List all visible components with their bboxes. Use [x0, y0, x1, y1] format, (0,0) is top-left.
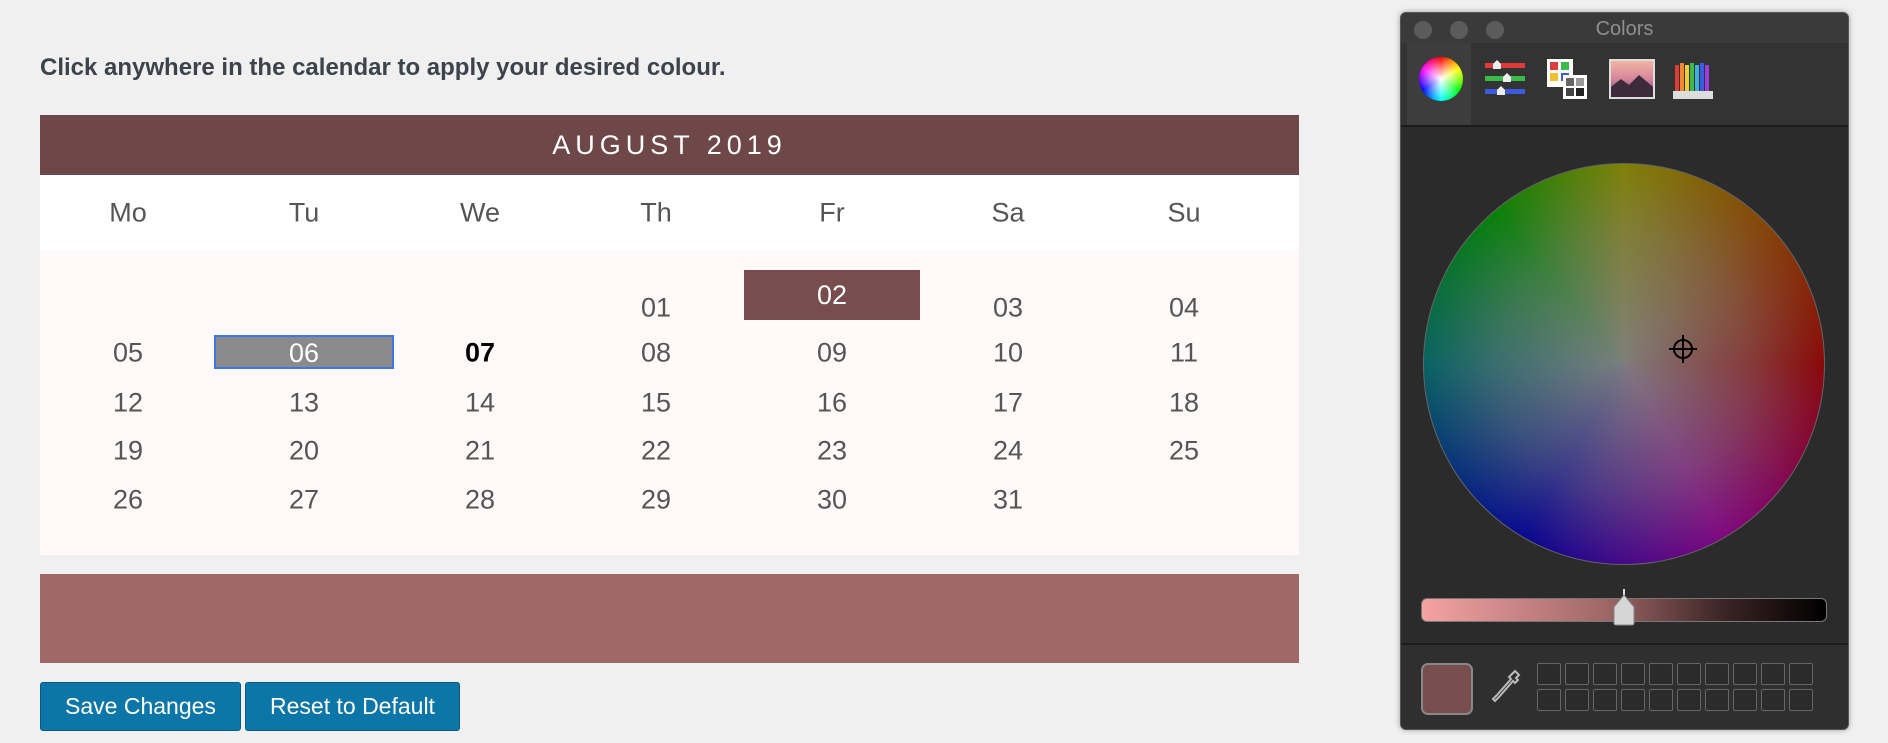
empty-color-swatch[interactable]: [1677, 663, 1701, 685]
weekday-label: Su: [1167, 197, 1201, 228]
color-wheel-icon[interactable]: [1419, 57, 1463, 101]
empty-color-swatch[interactable]: [1537, 689, 1561, 711]
colors-panel[interactable]: Colors: [1400, 12, 1849, 730]
calendar-day[interactable]: 15: [568, 388, 744, 419]
color-wheel-crosshair-icon[interactable]: [1668, 334, 1698, 369]
empty-color-swatch[interactable]: [1649, 689, 1673, 711]
empty-color-swatch[interactable]: [1621, 663, 1645, 685]
empty-color-swatch[interactable]: [1565, 689, 1589, 711]
calendar-day[interactable]: 16: [744, 388, 920, 419]
empty-color-swatch[interactable]: [1705, 689, 1729, 711]
pencils-icon[interactable]: [1671, 57, 1715, 101]
calendar-day[interactable]: 19: [40, 436, 216, 467]
calendar-day[interactable]: 14: [392, 388, 568, 419]
color-wheel-area[interactable]: [1401, 129, 1848, 641]
calendar-day[interactable]: 05: [40, 338, 216, 369]
calendar-day-today[interactable]: 07: [392, 338, 568, 369]
weekday-label: We: [459, 197, 500, 228]
calendar-month-title: AUGUST 2019: [40, 115, 1299, 175]
calendar-day[interactable]: 20: [216, 436, 392, 467]
calendar-day[interactable]: 18: [1096, 388, 1272, 419]
empty-color-swatch[interactable]: [1593, 663, 1617, 685]
calendar-day[interactable]: 13: [216, 388, 392, 419]
colors-panel-title: Colors: [1595, 18, 1654, 40]
empty-color-swatch[interactable]: [1705, 663, 1729, 685]
color-sliders-icon[interactable]: [1483, 57, 1527, 101]
empty-color-swatch[interactable]: [1789, 663, 1813, 685]
calendar-day[interactable]: 09: [744, 338, 920, 369]
color-palettes-icon[interactable]: [1545, 57, 1589, 101]
weekday-label: Fr: [819, 197, 845, 228]
empty-color-swatch[interactable]: [1761, 689, 1785, 711]
calendar-day[interactable]: 17: [920, 388, 1096, 419]
calendar-days-grid[interactable]: 01 02 03 04 05 06 07 08 09 10 11 12 13 14 15 16 17 18 19 20…: [40, 250, 1299, 555]
empty-color-swatch[interactable]: [1565, 663, 1589, 685]
save-changes-button[interactable]: Save Changes: [40, 682, 241, 731]
calendar-weekday-row: Mo Tu We Th Fr Sa Su: [40, 175, 1299, 250]
calendar-day[interactable]: 12: [40, 388, 216, 419]
calendar-day-selected[interactable]: 02: [744, 270, 920, 320]
eyedropper-icon[interactable]: [1489, 667, 1523, 716]
calendar-day[interactable]: 29: [568, 485, 744, 516]
calendar-day[interactable]: 21: [392, 436, 568, 467]
calendar-day[interactable]: 10: [920, 338, 1096, 369]
calendar[interactable]: AUGUST 2019 Mo Tu We Th Fr Sa Su 01 02 03 04 05 06 0…: [40, 115, 1299, 555]
calendar-day[interactable]: 27: [216, 485, 392, 516]
empty-color-swatch[interactable]: [1537, 663, 1561, 685]
calendar-day[interactable]: 01: [568, 293, 744, 324]
calendar-day[interactable]: 28: [392, 485, 568, 516]
color-preview-bar: [40, 574, 1299, 663]
weekday-label: Sa: [991, 197, 1025, 228]
custom-swatches-grid[interactable]: [1537, 663, 1813, 711]
calendar-day[interactable]: 23: [744, 436, 920, 467]
calendar-day[interactable]: 24: [920, 436, 1096, 467]
calendar-day[interactable]: 04: [1096, 293, 1272, 324]
color-wheel[interactable]: [1423, 163, 1825, 565]
calendar-day[interactable]: 03: [920, 293, 1096, 324]
empty-color-swatch[interactable]: [1761, 663, 1785, 685]
instruction-text: Click anywhere in the calendar to apply …: [40, 54, 726, 81]
calendar-day[interactable]: 26: [40, 485, 216, 516]
calendar-day[interactable]: 25: [1096, 436, 1272, 467]
empty-color-swatch[interactable]: [1649, 663, 1673, 685]
empty-color-swatch[interactable]: [1677, 689, 1701, 711]
calendar-day[interactable]: 08: [568, 338, 744, 369]
brightness-slider-thumb[interactable]: [1612, 593, 1636, 632]
calendar-day-focused[interactable]: 06: [214, 335, 394, 369]
colors-panel-titlebar[interactable]: Colors: [1401, 13, 1848, 43]
empty-color-swatch[interactable]: [1789, 689, 1813, 711]
calendar-day[interactable]: 11: [1096, 338, 1272, 369]
calendar-day[interactable]: 22: [568, 436, 744, 467]
calendar-day[interactable]: 31: [920, 485, 1096, 516]
image-palettes-icon[interactable]: [1609, 59, 1655, 99]
weekday-label: Th: [640, 197, 672, 228]
empty-color-swatch[interactable]: [1733, 663, 1757, 685]
calendar-day[interactable]: 30: [744, 485, 920, 516]
weekday-label: Tu: [288, 197, 320, 228]
empty-color-swatch[interactable]: [1593, 689, 1617, 711]
empty-color-swatch[interactable]: [1621, 689, 1645, 711]
colors-panel-bottom: [1401, 643, 1848, 729]
weekday-label: Mo: [109, 197, 147, 228]
current-color-swatch[interactable]: [1421, 663, 1473, 715]
empty-color-swatch[interactable]: [1733, 689, 1757, 711]
colors-panel-toolbar: [1401, 43, 1848, 127]
reset-to-default-button[interactable]: Reset to Default: [245, 682, 460, 731]
